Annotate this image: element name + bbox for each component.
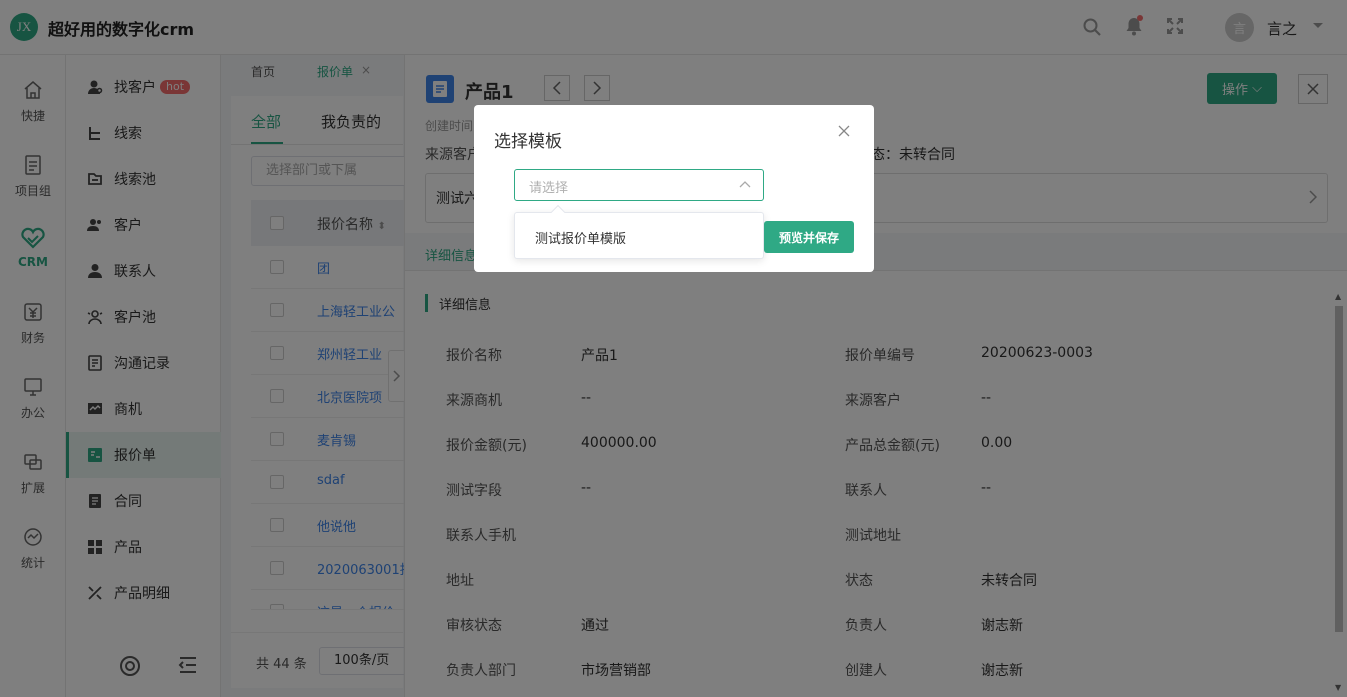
- dropdown-arrow: [550, 204, 566, 220]
- preview-save-button[interactable]: 预览并保存: [764, 221, 854, 253]
- close-icon[interactable]: [838, 125, 850, 137]
- dialog-title: 选择模板: [494, 132, 562, 152]
- select-template-dialog: 选择模板 请选择 测试报价单模版 预览并保存: [474, 105, 874, 272]
- template-dropdown: 测试报价单模版: [514, 204, 764, 259]
- dropdown-option[interactable]: 测试报价单模版: [535, 228, 626, 247]
- template-select[interactable]: 请选择: [514, 169, 764, 201]
- select-placeholder: 请选择: [529, 181, 569, 196]
- chevron-up-icon: [739, 180, 751, 188]
